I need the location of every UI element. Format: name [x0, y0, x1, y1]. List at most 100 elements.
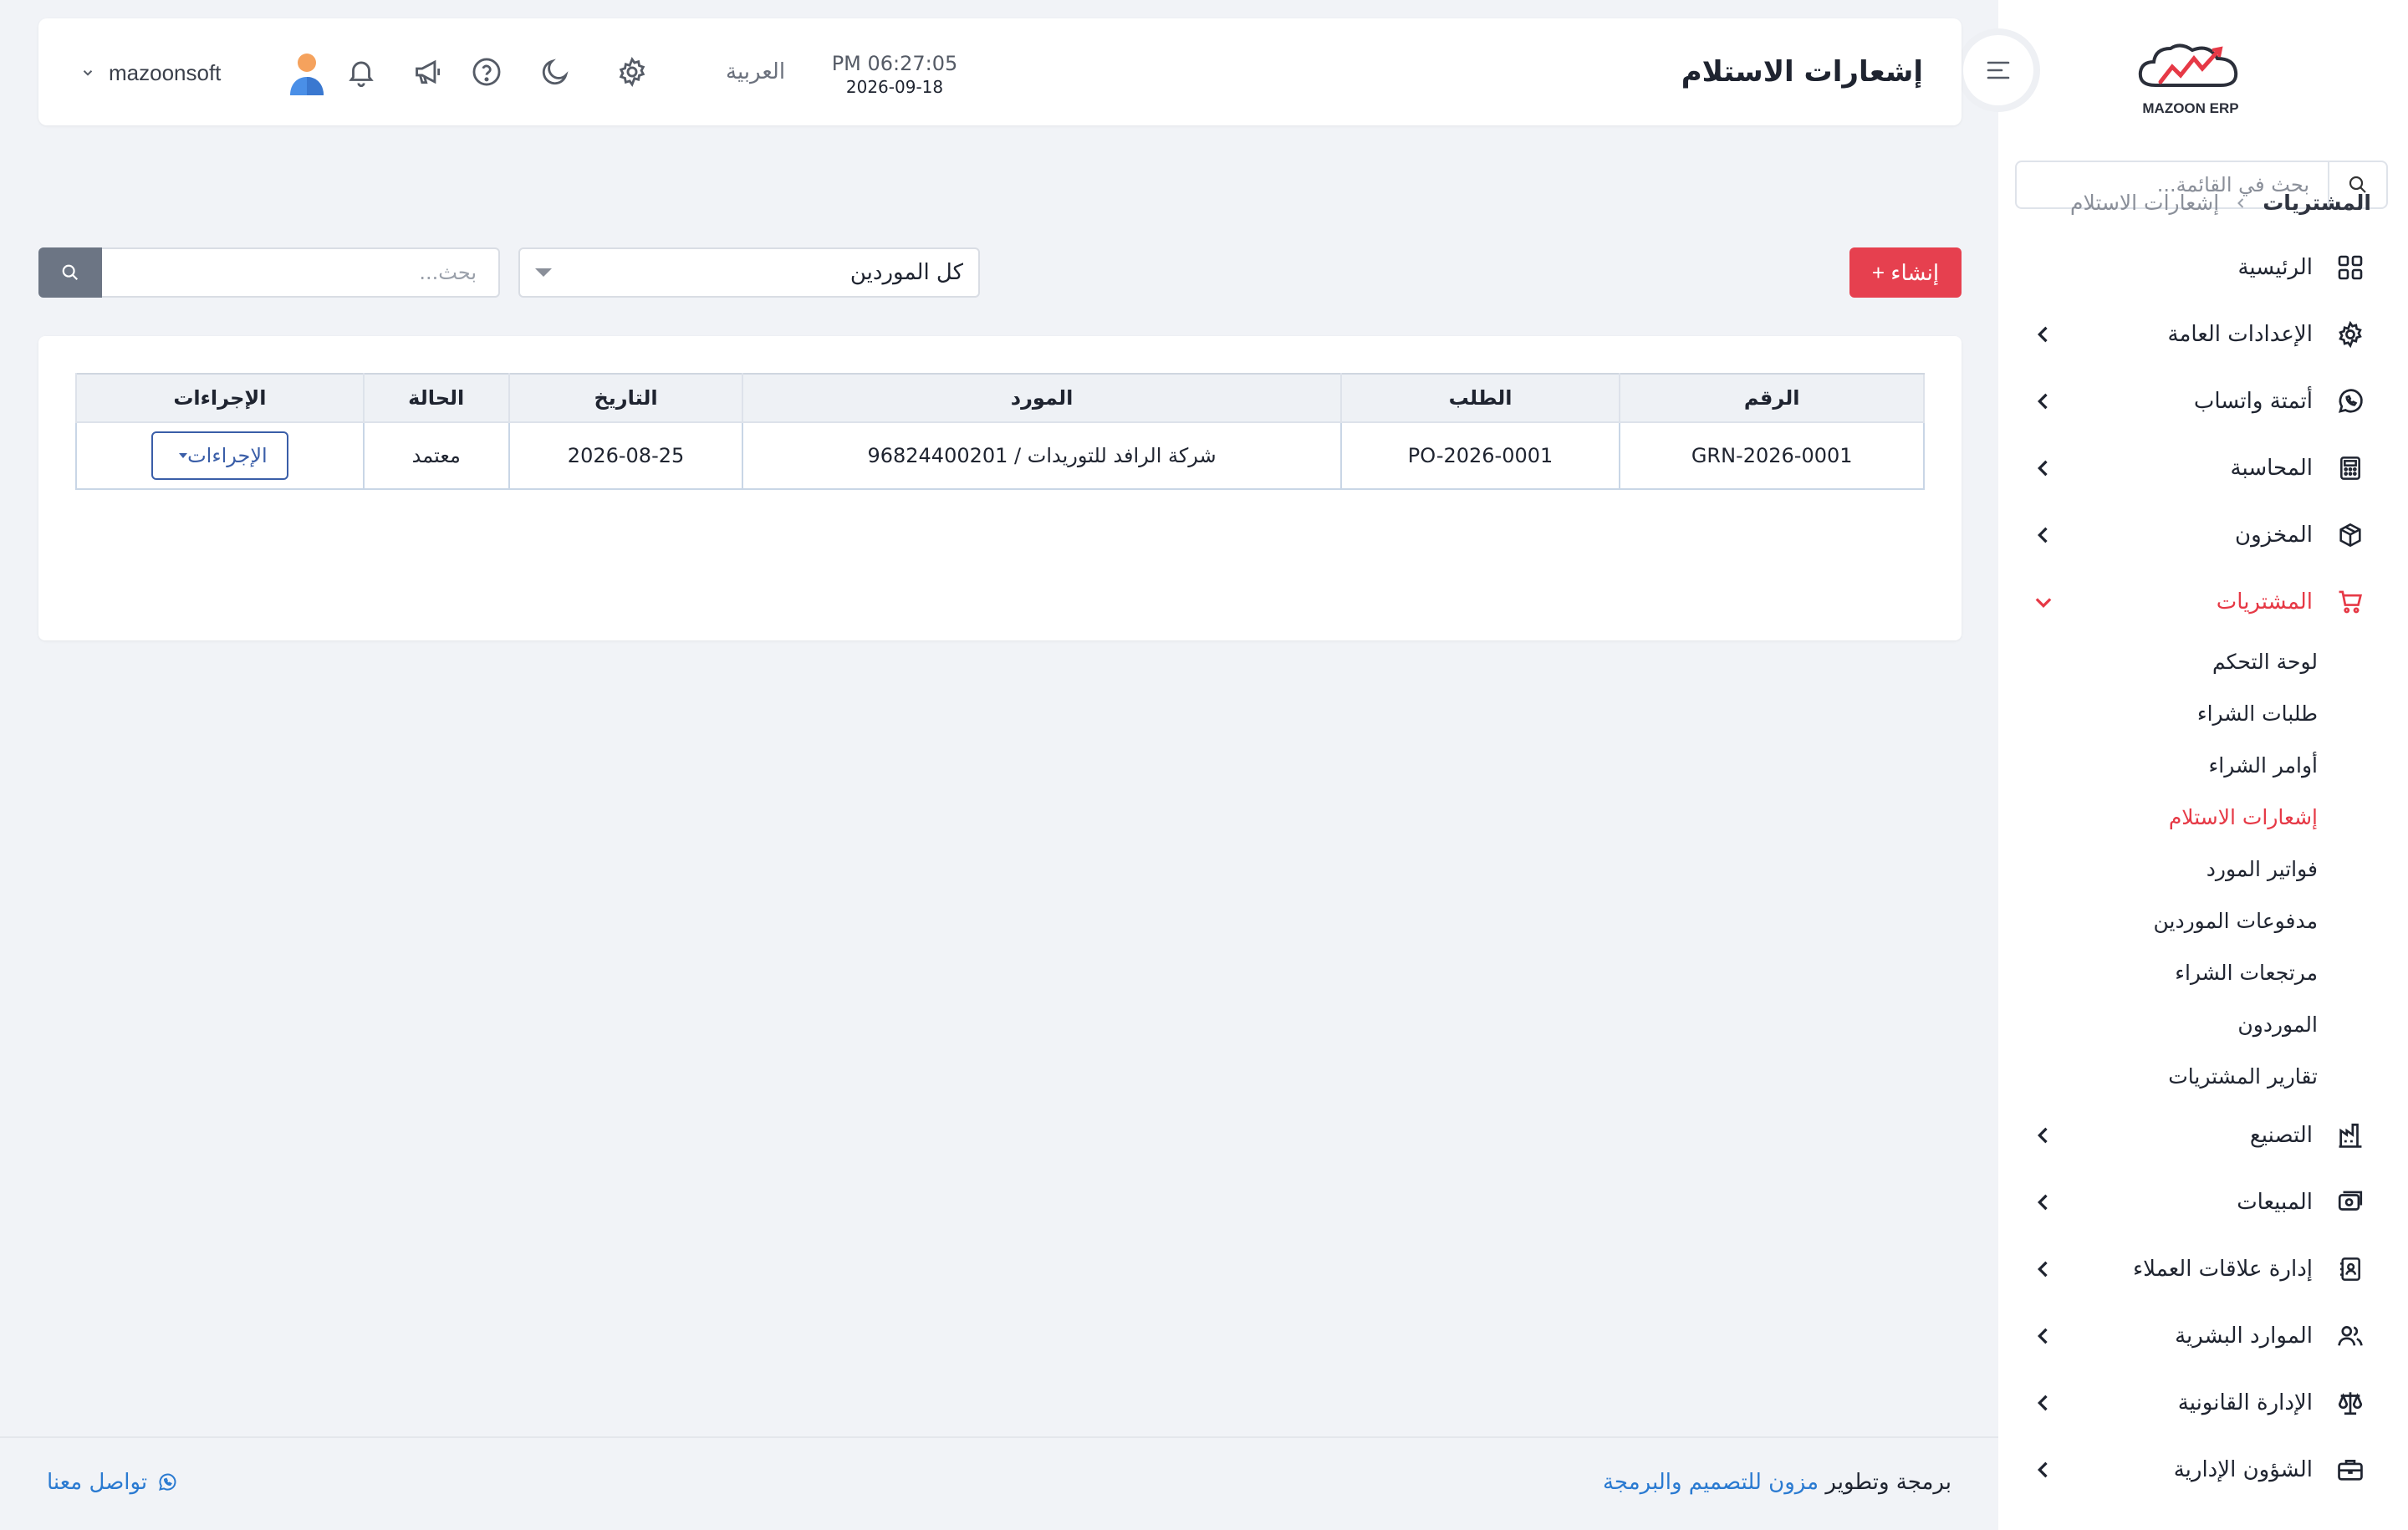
footer: برمجة وتطوير مزون للتصميم والبرمجة تواصل… — [0, 1436, 1998, 1530]
actions-label: الإجراءات — [187, 444, 268, 467]
chevron-left-icon — [2032, 523, 2055, 547]
breadcrumb-current: إشعارات الاستلام — [2070, 191, 2220, 215]
col-order: الطلب — [1339, 373, 1621, 423]
purchases-submenu: لوحة التحكم طلبات الشراء أوامر الشراء إش… — [1998, 635, 2408, 1102]
submenu-suppliers[interactable]: الموردون — [1998, 998, 2408, 1050]
logo-text: MAZOON ERP — [2142, 100, 2239, 116]
sidebar-item-label: إدارة علاقات العملاء — [2132, 1257, 2313, 1282]
logo[interactable]: MAZOON ERP — [2132, 33, 2249, 117]
sidebar-item-label: المحاسبة — [2230, 456, 2313, 481]
sidebar-toggle-button[interactable] — [1963, 35, 2033, 105]
sidebar-item-manufacturing[interactable]: التصنيع — [1998, 1102, 2408, 1169]
submenu-purchase-reports[interactable]: تقارير المشتريات — [1998, 1050, 2408, 1102]
logo-cloud-icon — [2138, 43, 2238, 87]
supplier-filter-select[interactable]: كل الموردين — [518, 247, 980, 298]
chevron-down-icon — [80, 65, 95, 80]
grid-icon — [2334, 252, 2366, 283]
sidebar-item-label: الموارد البشرية — [2175, 1323, 2313, 1349]
sidebar-item-label: الإعدادات العامة — [2167, 322, 2313, 347]
breadcrumb: المشتريات إشعارات الاستلام — [2070, 191, 2371, 215]
sidebar-item-inventory[interactable]: المخزون — [1998, 502, 2408, 569]
chevron-left-icon — [2032, 1257, 2055, 1281]
search-input[interactable] — [102, 247, 500, 298]
briefcase-icon — [2334, 1454, 2366, 1486]
create-button[interactable]: + إنشاء — [1849, 247, 1962, 298]
cell-number: GRN-2026-0001 — [1619, 421, 1925, 490]
megaphone-icon[interactable] — [411, 55, 445, 89]
factory-icon — [2334, 1119, 2366, 1151]
cell-date: 2026-08-25 — [508, 421, 744, 490]
sidebar-item-label: المشتريات — [2216, 589, 2313, 615]
submenu-purchase-orders[interactable]: أوامر الشراء — [1998, 739, 2408, 791]
sidebar-item-home[interactable]: الرئيسية — [1998, 234, 2408, 301]
menu-icon — [1985, 59, 2012, 82]
scale-icon — [2334, 1387, 2366, 1419]
sidebar-item-sales[interactable]: المبيعات — [1998, 1169, 2408, 1236]
actions-dropdown-button[interactable]: الإجراءات — [150, 431, 288, 480]
submenu-supplier-payments[interactable]: مدفوعات الموردين — [1998, 895, 2408, 946]
user-menu[interactable]: mazoonsoft — [80, 52, 324, 95]
sidebar-item-label: الشؤون الإدارية — [2173, 1457, 2313, 1482]
submenu-purchase-returns[interactable]: مرتجعات الشراء — [1998, 946, 2408, 998]
avatar — [286, 50, 328, 97]
page-title: إشعارات الاستلام — [1681, 55, 1923, 89]
col-supplier: المورد — [742, 373, 1342, 423]
dark-mode-moon-icon[interactable] — [538, 55, 572, 89]
credit-prefix: برمجة وتطوير — [1825, 1470, 1951, 1495]
contact-label: تواصل معنا — [47, 1470, 148, 1495]
help-icon[interactable] — [470, 55, 503, 89]
submenu-dashboard[interactable]: لوحة التحكم — [1998, 635, 2408, 687]
submenu-goods-receipts[interactable]: إشعارات الاستلام — [1998, 791, 2408, 843]
sidebar-item-admin-affairs[interactable]: الشؤون الإدارية — [1998, 1436, 2408, 1503]
chevron-left-icon — [2032, 456, 2055, 480]
table-row[interactable]: GRN-2026-0001 PO-2026-0001 شركة الرافد ل… — [75, 421, 1925, 490]
calculator-icon — [2334, 452, 2366, 484]
col-number: الرقم — [1619, 373, 1925, 423]
sidebar-item-accounting[interactable]: المحاسبة — [1998, 435, 2408, 502]
sidebar-nav: الرئيسية الإعدادات العامة أتمتة واتساب ا… — [1998, 234, 2408, 1503]
cart-icon — [2334, 586, 2366, 618]
sidebar-item-purchases[interactable]: المشتريات — [1998, 569, 2408, 635]
sidebar: MAZOON ERP الرئيسية الإعدادات العامة أتم… — [1998, 0, 2408, 1530]
chevron-left-icon — [2032, 1324, 2055, 1348]
credit-link[interactable]: مزون للتصميم والبرمجة — [1603, 1470, 1819, 1495]
chevron-left-icon — [2032, 1458, 2055, 1482]
sidebar-item-crm[interactable]: إدارة علاقات العملاء — [1998, 1236, 2408, 1303]
search-button[interactable] — [38, 247, 102, 298]
sidebar-item-label: أتمتة واتساب — [2193, 389, 2313, 414]
contact-link[interactable]: تواصل معنا — [47, 1470, 177, 1495]
sidebar-item-settings[interactable]: الإعدادات العامة — [1998, 301, 2408, 368]
receipts-table-card: الرقم الطلب المورد التاريخ الحالة الإجرا… — [38, 336, 1962, 640]
chevron-left-icon — [2032, 1124, 2055, 1147]
settings-gear-icon[interactable] — [615, 55, 649, 89]
language-switch[interactable]: العربية — [726, 18, 785, 125]
footer-credit: برمجة وتطوير مزون للتصميم والبرمجة — [1603, 1470, 1951, 1495]
sidebar-item-hr[interactable]: الموارد البشرية — [1998, 1303, 2408, 1369]
search-icon — [61, 263, 79, 282]
sidebar-item-label: المخزون — [2235, 523, 2313, 548]
breadcrumb-parent[interactable]: المشتريات — [2263, 191, 2371, 215]
col-status: الحالة — [362, 373, 510, 423]
users-icon — [2334, 1320, 2366, 1352]
gear-icon — [2334, 319, 2366, 350]
caret-down-icon — [535, 268, 552, 277]
cell-status: معتمد — [362, 421, 510, 490]
sidebar-item-legal[interactable]: الإدارة القانونية — [1998, 1369, 2408, 1436]
sidebar-item-label: الرئيسية — [2237, 255, 2313, 280]
supplier-filter-value: كل الموردين — [849, 260, 963, 285]
receipts-table: الرقم الطلب المورد التاريخ الحالة الإجرا… — [75, 373, 1925, 490]
col-actions: الإجراءات — [75, 373, 365, 423]
sidebar-item-whatsapp[interactable]: أتمتة واتساب — [1998, 368, 2408, 435]
submenu-purchase-requests[interactable]: طلبات الشراء — [1998, 687, 2408, 739]
chevron-down-icon — [2032, 590, 2055, 614]
clock-time: PM 06:27:05 — [831, 52, 958, 75]
chevron-left-icon — [2032, 390, 2055, 413]
search-group — [38, 247, 500, 298]
box-icon — [2334, 519, 2366, 551]
chevron-left-icon — [2032, 1191, 2055, 1214]
notification-bell-icon[interactable] — [344, 55, 378, 89]
cell-supplier: شركة الرافد للتوريدات / 96824400201 — [742, 421, 1342, 490]
submenu-supplier-invoices[interactable]: فواتير المورد — [1998, 843, 2408, 895]
contacts-icon — [2334, 1253, 2366, 1285]
top-header: إشعارات الاستلام PM 06:27:05 2026-09-18 … — [38, 18, 1962, 125]
